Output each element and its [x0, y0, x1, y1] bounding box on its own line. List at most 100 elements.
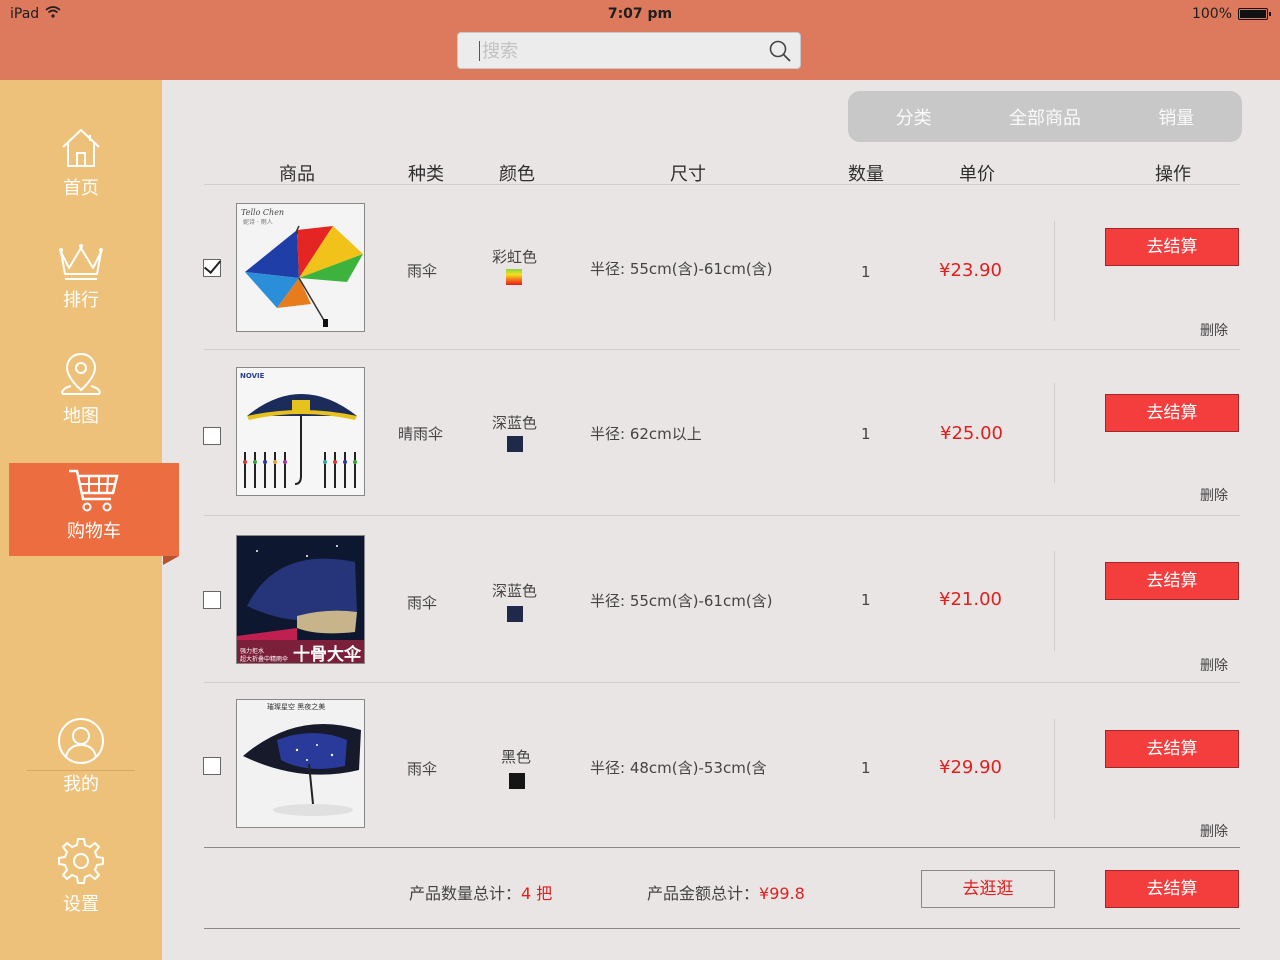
product-image[interactable]: Tello Chen 妮诗 · 雨人	[236, 203, 365, 332]
sidebar-item-home[interactable]: 首页	[0, 126, 162, 200]
image-brand-sub: 妮诗 · 雨人	[243, 218, 273, 226]
color-swatch	[507, 606, 523, 622]
product-color-name: 深蓝色	[492, 414, 538, 432]
color-swatch	[506, 269, 522, 285]
header-type: 种类	[408, 164, 444, 185]
unit-price: ¥25.00	[940, 423, 1003, 444]
total-quantity-label: 产品数量总计：	[409, 884, 522, 903]
search-input[interactable]	[482, 37, 762, 65]
image-caption-big: 十骨大伞	[293, 644, 362, 664]
total-amount-value: ¥99.8	[759, 884, 805, 903]
product-size: 半径: 62cm以上	[590, 425, 702, 443]
action-divider	[1054, 221, 1055, 321]
browse-button[interactable]: 去逛逛	[921, 870, 1055, 908]
header-divider	[204, 184, 1240, 185]
search-icon[interactable]	[768, 39, 792, 63]
sidebar-item-label: 设置	[63, 894, 99, 915]
sidebar-item-label: 购物车	[67, 521, 121, 542]
header-product: 商品	[279, 164, 315, 185]
product-quantity: 1	[861, 591, 871, 609]
product-quantity: 1	[861, 263, 871, 281]
product-image[interactable]: 强力拒水 超大折叠中精雨伞 十骨大伞	[236, 535, 365, 664]
battery-icon	[1238, 8, 1271, 20]
product-image[interactable]: NOVIE	[236, 367, 365, 496]
product-color-name: 深蓝色	[492, 582, 538, 600]
search-box[interactable]	[457, 32, 801, 69]
row-divider	[204, 515, 1240, 516]
crown-icon	[59, 244, 103, 280]
map-pin-icon	[61, 352, 101, 395]
sidebar-item-label: 我的	[63, 774, 99, 795]
checkout-button[interactable]: 去结算	[1105, 730, 1239, 768]
delete-link[interactable]: 删除	[1200, 655, 1228, 675]
row-checkbox[interactable]	[203, 259, 221, 277]
header-color: 颜色	[499, 164, 535, 185]
product-size: 半径: 55cm(含)-61cm(含)	[590, 260, 773, 278]
header-unit-price: 单价	[959, 164, 995, 185]
sidebar-item-ranking[interactable]: 排行	[0, 242, 162, 312]
action-divider	[1054, 719, 1055, 819]
row-checkbox[interactable]	[203, 427, 221, 445]
sort-tabs: 分类 全部商品 销量	[848, 91, 1242, 142]
header-actions: 操作	[1155, 164, 1191, 185]
total-amount: 产品金额总计：¥99.8	[647, 880, 805, 904]
color-swatch	[507, 436, 523, 452]
delete-link[interactable]: 删除	[1200, 320, 1228, 340]
sidebar-item-label: 地图	[63, 406, 99, 427]
unit-price: ¥29.90	[939, 757, 1002, 778]
sidebar-item-cart[interactable]: 购物车	[9, 463, 179, 565]
unit-price: ¥21.00	[939, 589, 1002, 610]
action-divider	[1054, 551, 1055, 651]
top-bar: iPad 7:07 pm 100%	[0, 0, 1280, 80]
product-color-name: 彩虹色	[492, 248, 538, 266]
image-caption-small-1: 强力拒水	[240, 647, 264, 655]
checkout-button[interactable]: 去结算	[1105, 562, 1239, 600]
status-time: 7:07 pm	[607, 6, 673, 22]
tab-sales[interactable]: 销量	[1111, 104, 1242, 130]
product-type: 晴雨伞	[398, 425, 444, 443]
row-checkbox[interactable]	[203, 591, 221, 609]
delete-link[interactable]: 删除	[1200, 485, 1228, 505]
unit-price: ¥23.90	[939, 260, 1002, 281]
header-quantity: 数量	[848, 164, 884, 185]
sidebar-item-label: 首页	[63, 178, 99, 199]
product-type: 雨伞	[407, 262, 438, 280]
footer-divider	[204, 847, 1240, 848]
checkout-all-button[interactable]: 去结算	[1105, 870, 1239, 908]
total-quantity: 产品数量总计：4 把	[409, 880, 552, 904]
sidebar-item-label: 排行	[63, 290, 99, 311]
gear-icon	[58, 838, 104, 884]
image-brand: Tello Chen	[241, 208, 284, 217]
product-quantity: 1	[861, 759, 871, 777]
status-bar-right: 100%	[1191, 6, 1271, 22]
row-checkbox[interactable]	[203, 757, 221, 775]
header-size: 尺寸	[670, 164, 706, 185]
total-amount-label: 产品金额总计：	[647, 884, 760, 903]
image-brand: NOVIE	[240, 372, 265, 380]
home-icon	[62, 128, 100, 167]
checkout-button[interactable]: 去结算	[1105, 394, 1239, 432]
product-type: 雨伞	[407, 760, 438, 778]
total-quantity-value: 4 把	[521, 884, 553, 903]
checkout-button[interactable]: 去结算	[1105, 228, 1239, 266]
product-image[interactable]: 璀璨星空 黑夜之美	[236, 699, 365, 828]
sidebar: 首页 排行 地图 购物车 我的 设置	[0, 80, 179, 960]
battery-percent: 100%	[1191, 6, 1232, 22]
text-cursor	[479, 41, 480, 61]
product-type: 雨伞	[407, 594, 438, 612]
sidebar-item-settings[interactable]: 设置	[0, 836, 162, 916]
product-color-name: 黑色	[501, 748, 532, 766]
cart-icon	[69, 469, 119, 512]
bottom-divider	[204, 928, 1240, 929]
tab-all-products[interactable]: 全部商品	[979, 104, 1110, 130]
sidebar-item-map[interactable]: 地图	[0, 350, 162, 428]
row-divider	[204, 349, 1240, 350]
tab-category[interactable]: 分类	[848, 104, 979, 130]
image-caption-small-2: 超大折叠中精雨伞	[240, 655, 288, 663]
product-size: 半径: 55cm(含)-61cm(含)	[590, 592, 773, 610]
user-icon	[58, 718, 104, 764]
image-caption: 璀璨星空 黑夜之美	[267, 702, 325, 711]
action-divider	[1054, 383, 1055, 483]
sidebar-item-profile[interactable]: 我的	[0, 716, 162, 796]
delete-link[interactable]: 删除	[1200, 821, 1228, 841]
